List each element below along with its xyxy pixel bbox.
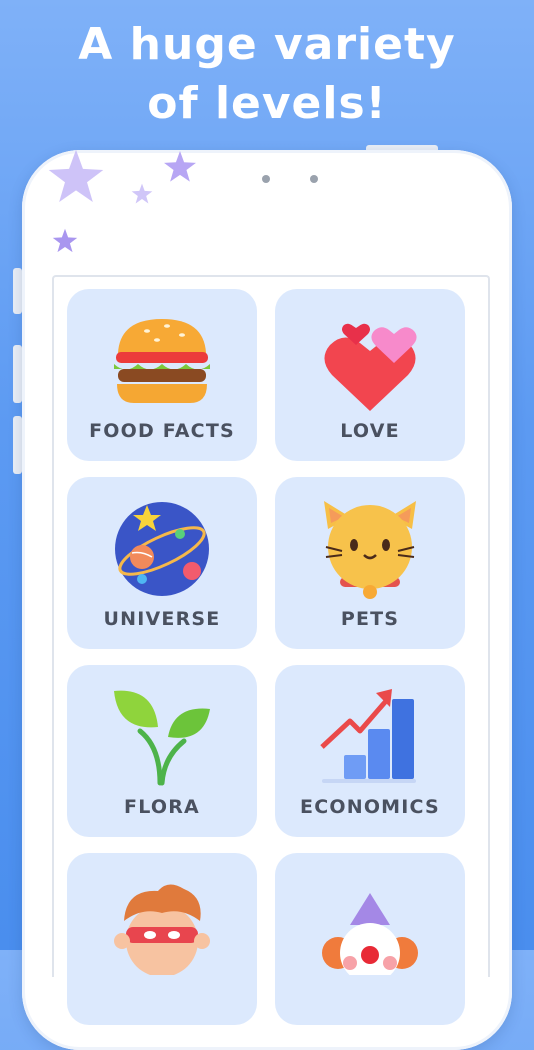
phone-sensor-dot xyxy=(310,175,318,183)
level-card-food-facts[interactable]: FOOD FACTS xyxy=(67,289,257,461)
level-card-universe[interactable]: UNIVERSE xyxy=(67,477,257,649)
level-card-label: UNIVERSE xyxy=(103,608,221,630)
level-card-clown[interactable] xyxy=(275,853,465,1025)
level-card-label: PETS xyxy=(340,608,400,630)
phone-mute-switch xyxy=(13,268,22,314)
level-card-label: ECONOMICS xyxy=(300,796,440,818)
sprout-icon xyxy=(114,690,210,786)
level-card-superhero[interactable] xyxy=(67,853,257,1025)
level-card-love[interactable]: LOVE xyxy=(275,289,465,461)
level-card-flora[interactable]: FLORA xyxy=(67,665,257,837)
clown-icon xyxy=(322,893,418,975)
burger-icon xyxy=(114,319,210,403)
headline-line-2: of levels! xyxy=(147,78,387,129)
star-icon xyxy=(48,149,104,202)
level-card-economics[interactable]: ECONOMICS xyxy=(275,665,465,837)
phone-volume-down-button xyxy=(13,416,22,474)
cat-icon xyxy=(324,501,416,599)
level-card-label: FOOD FACTS xyxy=(89,420,235,442)
level-card-label: LOVE xyxy=(340,420,400,442)
star-icon xyxy=(52,228,78,253)
level-card-pets[interactable]: PETS xyxy=(275,477,465,649)
phone-camera-dot xyxy=(262,175,270,183)
level-card-label: FLORA xyxy=(124,796,200,818)
superhero-icon xyxy=(114,884,210,975)
star-icon xyxy=(131,183,153,204)
phone-volume-up-button xyxy=(13,345,22,403)
headline-line-1: A huge variety xyxy=(78,19,456,70)
growth-chart-icon xyxy=(320,689,416,783)
star-icon xyxy=(164,151,196,182)
planet-icon xyxy=(115,502,209,596)
hearts-icon xyxy=(324,323,417,411)
